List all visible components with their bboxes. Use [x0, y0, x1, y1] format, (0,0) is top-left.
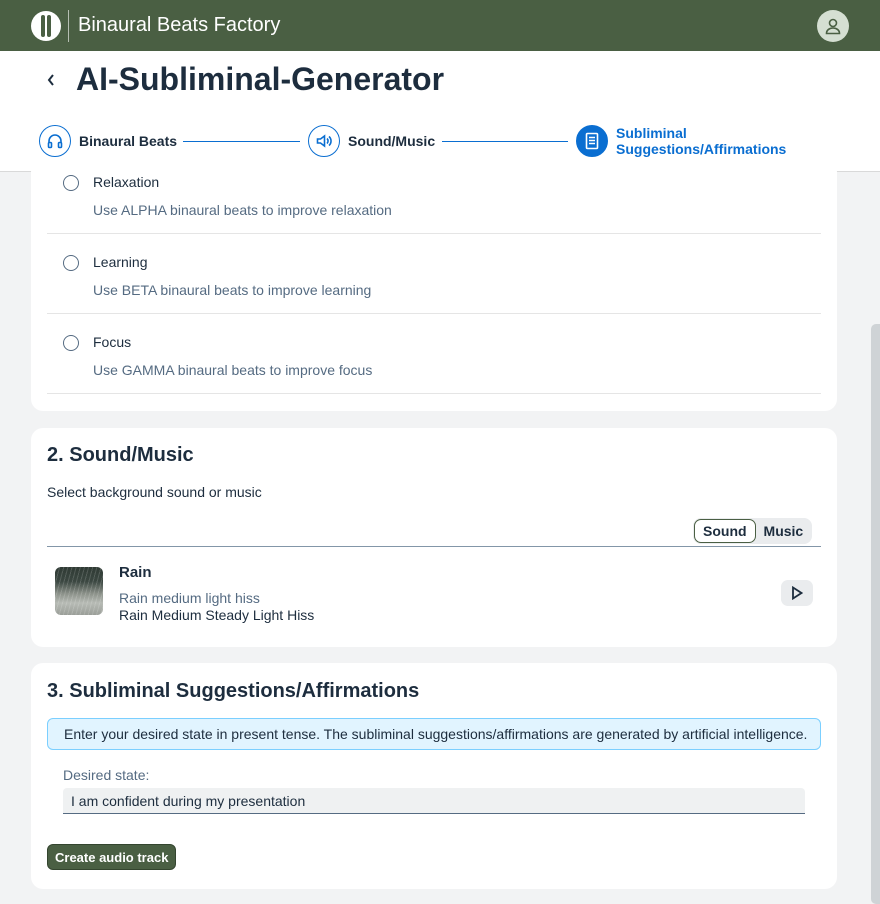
radio-button[interactable]	[63, 335, 79, 351]
segment-music[interactable]: Music	[756, 519, 812, 543]
goal-description: Use BETA binaural beats to improve learn…	[93, 282, 372, 298]
info-strip: Enter your desired state in present tens…	[47, 718, 821, 750]
track-description: Rain Medium Steady Light Hiss	[119, 607, 315, 623]
desired-state-input[interactable]	[63, 788, 805, 814]
subliminal-card: 3. Subliminal Suggestions/Affirmations E…	[31, 663, 837, 889]
step-label: Sound/Music	[348, 133, 436, 149]
play-icon	[792, 586, 803, 600]
binaural-goals-card: Relaxation Use ALPHA binaural beats to i…	[31, 160, 837, 411]
user-avatar-icon[interactable]	[817, 10, 849, 42]
rain-thumbnail	[55, 567, 103, 615]
step-label: Subliminal Suggestions/Affirmations	[616, 125, 787, 157]
divider	[47, 546, 821, 547]
radio-button[interactable]	[63, 255, 79, 271]
speaker-icon	[308, 125, 340, 157]
create-audio-track-button[interactable]: Create audio track	[47, 844, 177, 870]
document-icon	[576, 125, 608, 157]
goal-option-relaxation[interactable]: Relaxation Use ALPHA binaural beats to i…	[47, 154, 821, 234]
shell-separator	[68, 10, 69, 42]
track-subtitle: Rain medium light hiss	[119, 590, 260, 606]
sound-music-card: 2. Sound/Music Select background sound o…	[31, 428, 837, 647]
goal-title: Focus	[93, 334, 132, 350]
step-label: Binaural Beats	[79, 133, 178, 149]
goal-description: Use GAMMA binaural beats to improve focu…	[93, 362, 373, 378]
step-binaural-beats[interactable]: Binaural Beats	[39, 125, 177, 157]
track-title: Rain	[119, 564, 152, 581]
play-button[interactable]	[781, 580, 813, 606]
goal-option-learning[interactable]: Learning Use BETA binaural beats to impr…	[47, 234, 821, 314]
desired-state-label: Desired state:	[63, 767, 150, 783]
scrollbar[interactable]	[871, 324, 880, 904]
goal-description: Use ALPHA binaural beats to improve rela…	[93, 202, 392, 218]
logo-icon[interactable]	[31, 11, 61, 41]
page-title: AI-Subliminal-Generator	[76, 61, 445, 97]
radio-button[interactable]	[63, 175, 79, 191]
headphones-icon	[39, 125, 71, 157]
shell-bar: Binaural Beats Factory	[0, 0, 880, 51]
goal-option-focus[interactable]: Focus Use GAMMA binaural beats to improv…	[47, 314, 821, 394]
goal-title: Relaxation	[93, 174, 160, 190]
step-connector	[442, 141, 568, 142]
step-sound-music[interactable]: Sound/Music	[308, 125, 435, 157]
section-subtitle: Select background sound or music	[47, 484, 262, 500]
section-title: 3. Subliminal Suggestions/Affirmations	[47, 680, 420, 702]
app-title: Binaural Beats Factory	[78, 14, 281, 36]
segment-sound[interactable]: Sound	[694, 519, 756, 543]
sound-music-toggle: Sound Music	[693, 518, 813, 544]
section-title: 2. Sound/Music	[47, 444, 194, 466]
step-subliminal[interactable]: Subliminal Suggestions/Affirmations	[576, 125, 786, 157]
back-button[interactable]	[40, 68, 62, 92]
goal-title: Learning	[93, 254, 148, 270]
step-connector	[183, 141, 300, 142]
chevron-left-icon	[47, 74, 54, 86]
